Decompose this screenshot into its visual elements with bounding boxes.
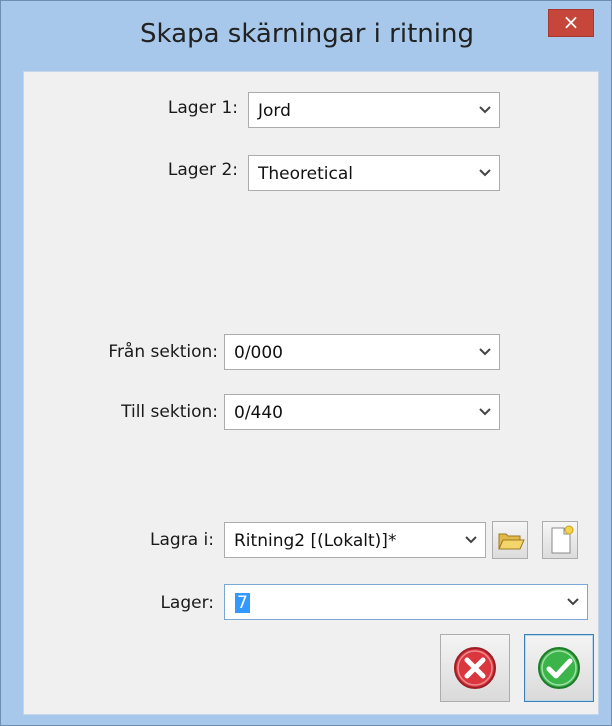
- lagra-i-value: Ritning2 [(Lokalt)]*: [234, 531, 397, 551]
- chevron-down-icon: [479, 408, 491, 416]
- chevron-down-icon: [479, 106, 491, 114]
- cancel-button[interactable]: [440, 634, 510, 702]
- new-drawing-button[interactable]: [542, 521, 578, 559]
- lager-value[interactable]: 7: [235, 593, 250, 613]
- lager-label: Lager:: [160, 593, 214, 613]
- dialog-window: Skapa skärningar i ritning × Lager 1: Jo…: [0, 0, 612, 726]
- new-document-icon: [551, 525, 574, 554]
- chevron-down-icon: [465, 536, 477, 544]
- fran-sektion-label: Från sektion:: [108, 342, 218, 362]
- lagra-i-select[interactable]: Ritning2 [(Lokalt)]*: [224, 522, 486, 558]
- till-sektion-value: 0/440: [234, 403, 283, 423]
- lager1-value: Jord: [258, 101, 291, 121]
- lager1-select[interactable]: Jord: [248, 92, 500, 128]
- close-icon: ×: [562, 10, 580, 34]
- till-sektion-select[interactable]: 0/440: [224, 394, 500, 430]
- till-sektion-label: Till sektion:: [121, 402, 218, 422]
- lager-combobox[interactable]: 7: [224, 584, 588, 620]
- lagra-i-label: Lagra i:: [150, 530, 214, 550]
- dialog-body: Lager 1: Jord Lager 2: Theoretical Från …: [23, 71, 599, 715]
- window-title: Skapa skärningar i ritning: [140, 19, 474, 49]
- fran-sektion-select[interactable]: 0/000: [224, 334, 500, 370]
- lager2-value: Theoretical: [258, 164, 353, 184]
- fran-sektion-value: 0/000: [234, 343, 283, 363]
- ok-checkmark-icon: [538, 647, 580, 689]
- cancel-icon: [454, 647, 496, 689]
- ok-button[interactable]: [524, 634, 594, 702]
- folder-open-icon: [498, 533, 525, 550]
- chevron-down-icon: [479, 348, 491, 356]
- lager2-label: Lager 2:: [167, 160, 238, 180]
- chevron-down-icon: [567, 598, 579, 606]
- open-drawing-button[interactable]: [492, 521, 528, 559]
- close-button[interactable]: ×: [548, 9, 594, 37]
- chevron-down-icon: [479, 169, 491, 177]
- title-bar[interactable]: Skapa skärningar i ritning ×: [1, 1, 612, 71]
- lager2-select[interactable]: Theoretical: [248, 155, 500, 191]
- lager1-label: Lager 1:: [167, 98, 238, 118]
